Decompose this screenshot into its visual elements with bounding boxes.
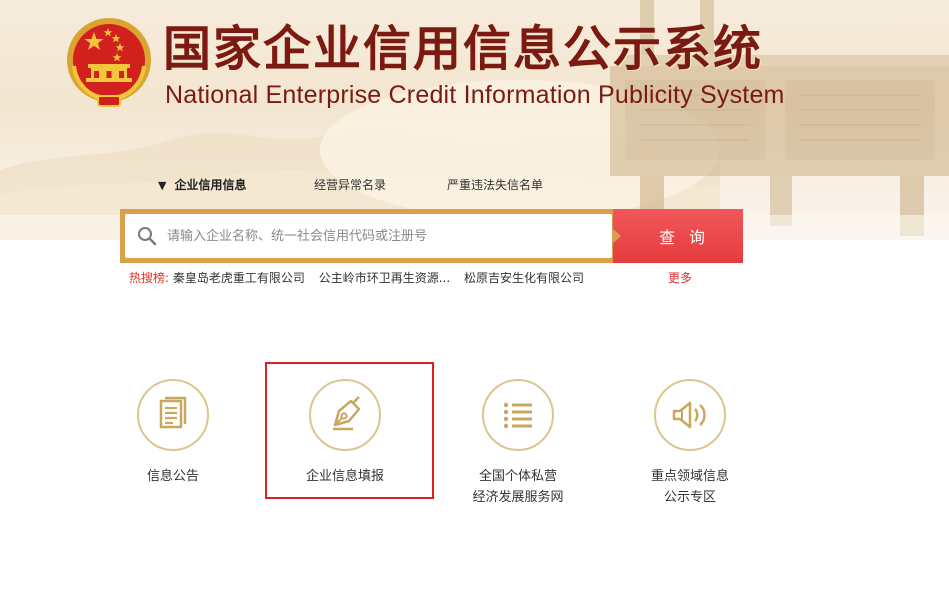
service-label-line: 重点领域信息 <box>650 469 729 484</box>
search-input[interactable] <box>167 221 597 251</box>
list-icon <box>503 402 532 429</box>
tab-label: 严重违法失信名单 <box>447 178 544 192</box>
search-field-wrapper <box>125 214 612 258</box>
tab-label: 企业信用信息 <box>174 178 247 192</box>
service-label-line: 经济发展服务网 <box>472 490 564 505</box>
header-banner: 国家企业信用信息公示系统 National Enterprise Credit … <box>0 0 949 240</box>
search-button-notch <box>613 229 621 243</box>
tab-label: 经营异常名录 <box>314 178 387 192</box>
speaker-icon <box>672 401 706 429</box>
search-icon <box>138 227 157 246</box>
service-icon-circle <box>482 379 554 451</box>
service-info-announcement[interactable]: 信息公告 <box>98 379 248 487</box>
service-label: 信息公告 <box>146 469 199 484</box>
service-key-field-disclosure[interactable]: 重点领域信息 公示专区 <box>615 379 765 508</box>
site-title-chinese: 国家企业信用信息公示系统 <box>163 21 764 77</box>
tab-abnormal-operation-list[interactable]: 经营异常名录 <box>314 176 386 194</box>
service-icon-circle <box>137 379 209 451</box>
page: 国家企业信用信息公示系统 National Enterprise Credit … <box>0 0 949 601</box>
hot-search-item[interactable]: 松原吉安生化有限公司 <box>464 271 584 285</box>
tab-serious-violation-list[interactable]: 严重违法失信名单 <box>447 176 543 194</box>
service-private-economy-network[interactable]: 全国个体私营 经济发展服务网 <box>443 379 593 508</box>
site-title-english: National Enterprise Credit Information P… <box>165 81 785 109</box>
document-icon <box>159 396 187 429</box>
service-label: 全国个体私营 经济发展服务网 <box>443 466 593 508</box>
hot-search-label: 热搜榜: <box>129 271 170 285</box>
search-button[interactable]: 查询 <box>613 209 743 263</box>
tab-enterprise-credit-info[interactable]: ▼ 企业信用信息 <box>158 176 246 195</box>
more-hot-search-link[interactable]: 更多 <box>668 269 692 287</box>
hot-search-item[interactable]: 公主岭市环卫再生资源... <box>319 271 450 285</box>
service-label: 重点领域信息 公示专区 <box>615 466 765 508</box>
service-label-line: 公示专区 <box>663 490 716 505</box>
national-emblem-logo <box>67 18 151 107</box>
search-box <box>120 209 620 263</box>
service-label-line: 全国个体私营 <box>478 469 557 484</box>
caret-down-icon: ▼ <box>158 179 167 192</box>
hot-search-item[interactable]: 秦皇岛老虎重工有限公司 <box>173 271 305 285</box>
service-icon-circle <box>654 379 726 451</box>
highlight-frame <box>265 362 434 499</box>
hot-search-row: 热搜榜: 秦皇岛老虎重工有限公司 公主岭市环卫再生资源... 松原吉安生化有限公… <box>129 269 594 287</box>
